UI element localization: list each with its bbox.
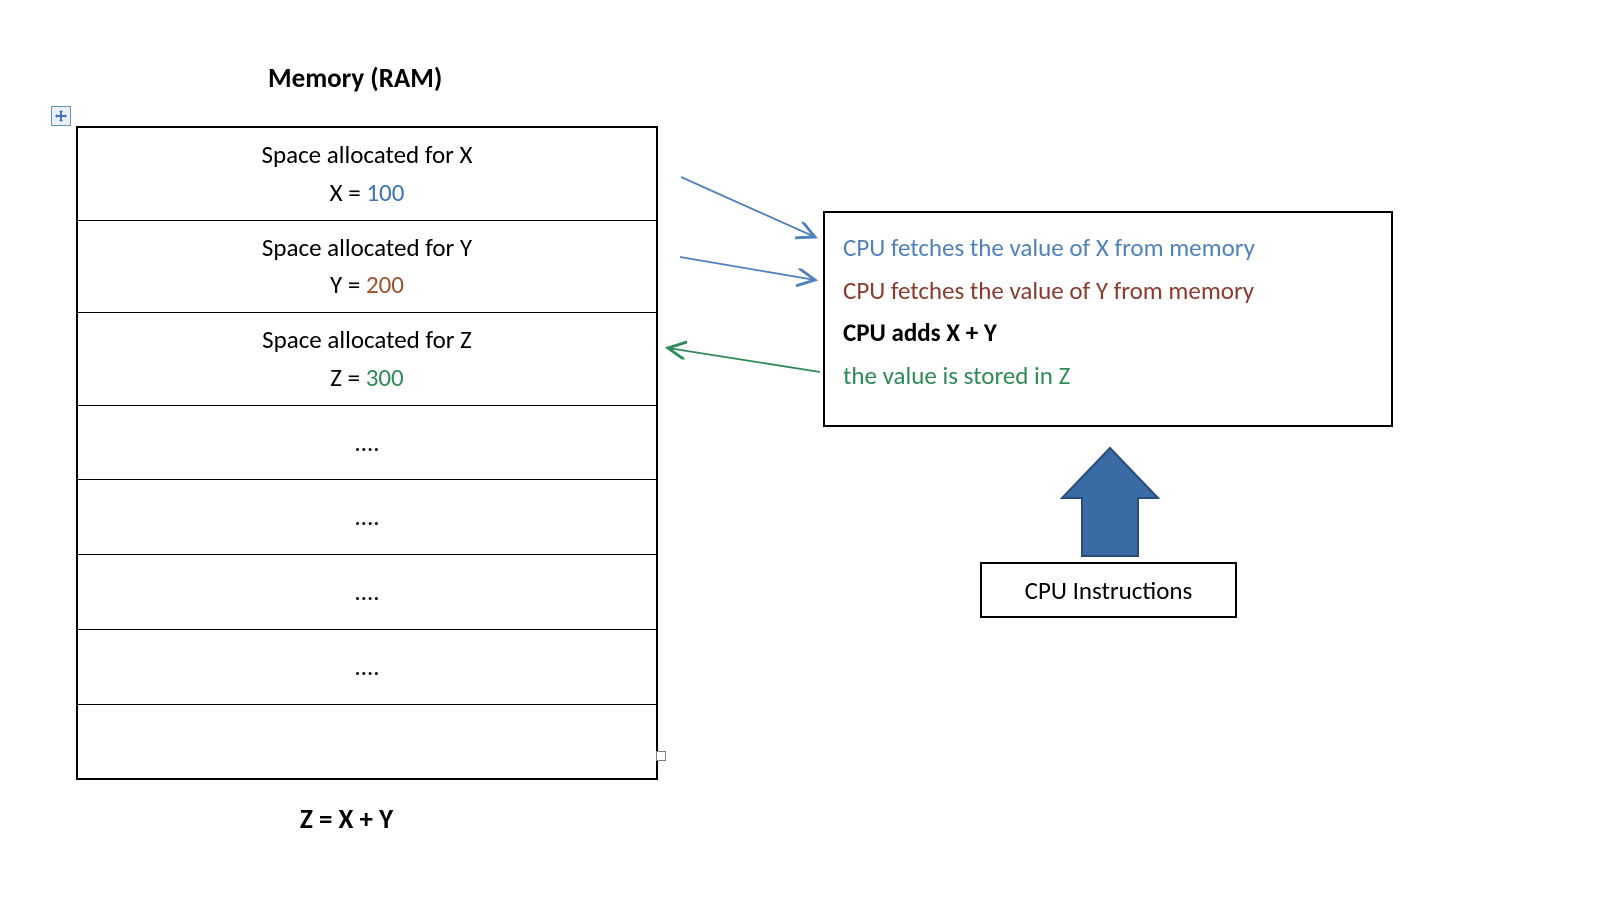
mem-cell-x: Space allocated for X X = 100 [78,128,656,221]
arrow-x-to-step [681,177,815,237]
var-value: 100 [366,177,404,208]
mem-cell-y: Space allocated for Y Y = 200 [78,221,656,314]
resize-handle-icon [656,751,666,761]
var-label: Z = [330,362,365,393]
mem-cell-empty: .... [78,406,656,481]
cpu-steps-box: CPU fetches the value of X from memory C… [823,211,1393,427]
equation-label: Z = X + Y [300,803,393,836]
step-add: CPU adds X + Y [843,312,1373,355]
move-handle-icon [51,106,71,126]
arrow-y-to-step [680,257,815,280]
step-store-z: the value is stored in Z [843,355,1373,398]
mem-cell-empty: .... [78,480,656,555]
value-line: Y = 200 [78,268,656,302]
memory-table: Space allocated for X X = 100 Space allo… [76,126,658,780]
var-value: 300 [366,362,404,393]
mem-cell-empty [78,705,656,779]
block-arrow-up-icon [1062,448,1158,556]
value-line: X = 100 [78,176,656,210]
mem-cell-z: Space allocated for Z Z = 300 [78,313,656,406]
alloc-label: Space allocated for Y [78,231,656,265]
step-fetch-y: CPU fetches the value of Y from memory [843,270,1373,313]
step-fetch-x: CPU fetches the value of X from memory [843,227,1373,270]
var-label: X = [330,177,367,208]
alloc-label: Space allocated for Z [78,323,656,357]
mem-cell-empty: .... [78,555,656,630]
value-line: Z = 300 [78,361,656,395]
arrow-store-z [668,348,820,372]
ram-title: Memory (RAM) [268,62,442,95]
var-value: 200 [366,269,404,300]
var-label: Y = [330,269,366,300]
mem-cell-empty: .... [78,630,656,705]
alloc-label: Space allocated for X [78,138,656,172]
cpu-instructions-box: CPU Instructions [980,562,1237,618]
